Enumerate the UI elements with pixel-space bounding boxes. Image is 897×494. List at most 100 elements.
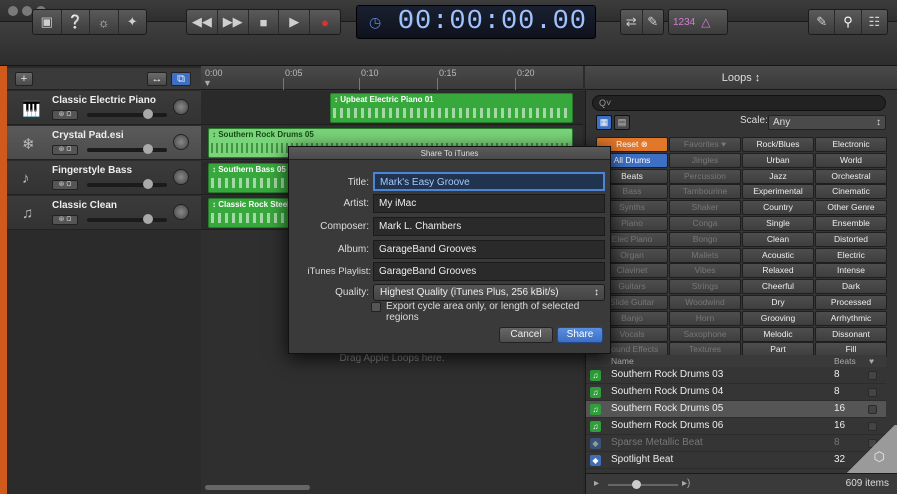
loop-result-row[interactable]: ♫ Southern Rock Drums 03 8 (586, 367, 886, 384)
rewind-icon[interactable]: ◀◀ (187, 10, 218, 34)
loop-browser-icon[interactable]: ⚲ (835, 10, 862, 34)
keyword-button[interactable]: Woodwind (669, 295, 741, 310)
loop-search-input[interactable]: Q˅ (592, 95, 886, 111)
track-row[interactable]: 🎹 Classic Electric Piano ⊛ Ω (7, 91, 201, 125)
keyword-button[interactable]: Conga (669, 216, 741, 231)
track-row[interactable]: ❄ Crystal Pad.esi ⊛ Ω (7, 126, 201, 160)
loop-result-row[interactable]: ◆ Spotlight Beat 32 (586, 452, 886, 469)
keyword-button[interactable]: Favorites ♥ (669, 137, 741, 152)
record-icon[interactable]: ● (310, 10, 340, 34)
playhead-icon[interactable]: ▼ (203, 78, 212, 88)
editors-icon[interactable]: ✦ (119, 10, 147, 34)
mute-solo-icon[interactable]: ⊛ Ω (52, 145, 78, 155)
pan-knob[interactable] (173, 169, 189, 185)
keyword-button[interactable]: Shaker (669, 200, 741, 216)
pan-knob[interactable] (173, 204, 189, 220)
keyword-button[interactable]: Melodic (742, 326, 814, 342)
keyword-button[interactable]: Jingles (669, 152, 741, 168)
keyword-button[interactable]: Relaxed (742, 263, 814, 279)
playlist-field[interactable]: GarageBand Grooves (373, 262, 605, 281)
cancel-button[interactable]: Cancel (499, 327, 553, 343)
volume-slider[interactable] (87, 214, 167, 224)
page-curl-corner[interactable]: ⬡ (845, 425, 897, 473)
keyword-button[interactable]: Mallets (669, 247, 741, 263)
keyword-button[interactable]: Orchestral (815, 168, 887, 184)
horizontal-scrollbar[interactable] (205, 485, 310, 490)
mute-solo-icon[interactable]: ⊛ Ω (52, 215, 78, 225)
keyword-button[interactable]: Jazz (742, 168, 814, 184)
scale-select[interactable]: Any ↕ (768, 115, 886, 130)
keyword-button[interactable]: Dissonant (815, 326, 887, 342)
keyword-button[interactable]: Dry (742, 295, 814, 310)
keyword-button[interactable]: Arrhythmic (815, 310, 887, 326)
flex-icon[interactable]: ⧉ (171, 72, 191, 86)
library-icon[interactable]: ▣ (33, 10, 62, 34)
loop-result-row[interactable]: ♫ Southern Rock Drums 04 8 (586, 384, 886, 401)
tuner-icon[interactable]: ✎ (643, 10, 664, 34)
keyword-button[interactable]: Ensemble (815, 216, 887, 231)
count-in-button[interactable]: 1234 △ (668, 9, 728, 35)
media-browser-icon[interactable]: ☷ (862, 10, 887, 34)
keyword-button[interactable]: Saxophone (669, 326, 741, 342)
lcd-display[interactable]: ◷ 00 00:00:00.00 (356, 5, 596, 39)
loops-title[interactable]: Loops ↕ (585, 66, 897, 90)
notepad-icon[interactable]: ✎ (809, 10, 836, 34)
keyword-button[interactable]: Horn (669, 310, 741, 326)
column-name-header[interactable]: Name (611, 356, 634, 366)
artist-field[interactable]: My iMac (373, 194, 605, 213)
preview-volume-knob[interactable] (632, 480, 641, 489)
export-cycle-checkbox[interactable] (371, 302, 381, 312)
column-view-icon[interactable]: ▤ (614, 115, 630, 130)
keyword-button[interactable]: Cheerful (742, 279, 814, 295)
keyword-button[interactable]: Dark (815, 279, 887, 295)
pan-knob[interactable] (173, 134, 189, 150)
mute-solo-icon[interactable]: ⊛ Ω (52, 180, 78, 190)
keyword-button[interactable]: Electronic (815, 137, 887, 152)
album-field[interactable]: GarageBand Grooves (373, 240, 605, 259)
keyword-button[interactable]: Acoustic (742, 247, 814, 263)
region[interactable]: ↕ Classic Rock Steel (208, 198, 290, 228)
keyword-button[interactable]: Vibes (669, 263, 741, 279)
track-row[interactable]: ♪ Fingerstyle Bass ⊛ Ω (7, 161, 201, 195)
favorite-checkbox[interactable] (868, 405, 877, 414)
keyword-button[interactable]: Strings (669, 279, 741, 295)
share-button[interactable]: Share (557, 327, 603, 343)
smart-controls-icon[interactable]: ☼ (90, 10, 119, 34)
forward-icon[interactable]: ▶▶ (218, 10, 249, 34)
mute-solo-icon[interactable]: ⊛ Ω (52, 110, 78, 120)
region[interactable]: ↕ Upbeat Electric Piano 01 (330, 93, 573, 123)
quality-select[interactable]: Highest Quality (iTunes Plus, 256 kBit/s… (373, 284, 605, 301)
title-field[interactable]: Mark's Easy Groove (373, 172, 605, 191)
keyword-button[interactable]: Single (742, 216, 814, 231)
add-track-button[interactable]: + (15, 72, 33, 86)
favorite-checkbox[interactable] (868, 371, 877, 380)
cycle-icon[interactable]: ⇄ (621, 10, 643, 34)
keyword-button[interactable]: Bongo (669, 231, 741, 247)
catch-playhead-icon[interactable]: ↔ (147, 72, 167, 86)
keyword-button[interactable]: Other Genre (815, 200, 887, 216)
play-icon[interactable]: ▶ (279, 10, 311, 34)
keyword-button[interactable]: World (815, 152, 887, 168)
keyword-button[interactable]: Rock/Blues (742, 137, 814, 152)
keyword-button[interactable]: Processed (815, 295, 887, 310)
volume-slider[interactable] (87, 179, 167, 189)
keyword-button[interactable]: Grooving (742, 310, 814, 326)
keyword-button[interactable]: Cinematic (815, 184, 887, 200)
favorite-checkbox[interactable] (868, 388, 877, 397)
track-row[interactable]: ♫ Classic Clean ⊛ Ω (7, 196, 201, 230)
loop-result-row[interactable]: ◆ Sparse Metallic Beat 8 (586, 435, 886, 452)
keyword-button[interactable]: Distorted (815, 231, 887, 247)
keyword-button[interactable]: Percussion (669, 168, 741, 184)
keyword-button[interactable]: Urban (742, 152, 814, 168)
keyword-button[interactable]: Experimental (742, 184, 814, 200)
volume-slider[interactable] (87, 144, 167, 154)
keyword-button[interactable]: Intense (815, 263, 887, 279)
keyword-button[interactable]: Clean (742, 231, 814, 247)
stop-icon[interactable]: ■ (249, 10, 280, 34)
button-view-icon[interactable]: ▦ (596, 115, 612, 130)
volume-slider[interactable] (87, 109, 167, 119)
help-icon[interactable]: ❔ (62, 10, 90, 34)
keyword-button[interactable]: Electric (815, 247, 887, 263)
keyword-button[interactable]: Tambourine (669, 184, 741, 200)
loop-result-row[interactable]: ♫ Southern Rock Drums 06 16 (586, 418, 886, 435)
